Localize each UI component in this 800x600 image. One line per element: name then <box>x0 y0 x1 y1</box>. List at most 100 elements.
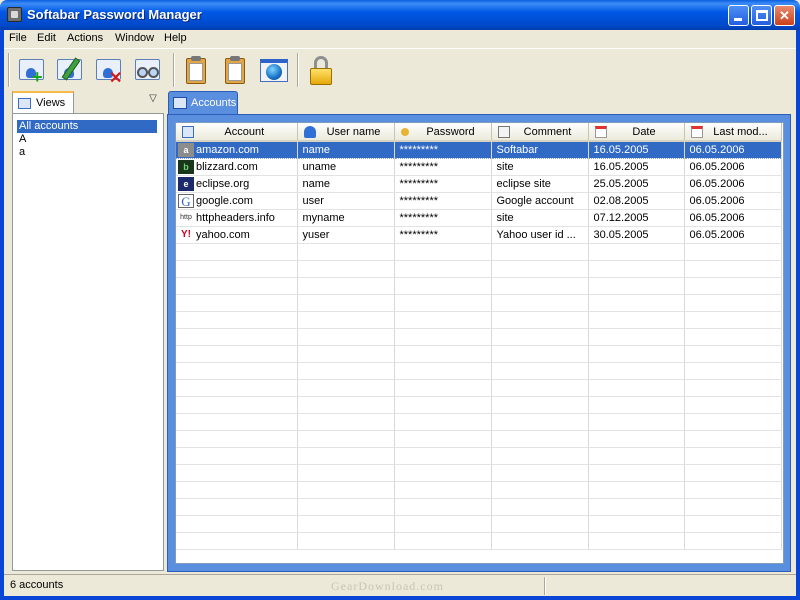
cell-comment[interactable]: site <box>491 209 589 227</box>
empty-cell <box>297 311 395 329</box>
column-header-comment[interactable]: Comment <box>491 123 589 142</box>
table-row[interactable]: Y! yahoo.com yuser ********* Yahoo user id .… <box>176 226 782 244</box>
cell-lastmod[interactable]: 06.05.2006 <box>684 226 782 244</box>
empty-cell <box>176 413 298 431</box>
empty-cell <box>491 345 589 363</box>
menu-actions[interactable]: Actions <box>67 32 103 44</box>
menu-help[interactable]: Help <box>164 32 187 44</box>
user-icon <box>303 126 316 138</box>
cell-account[interactable]: Y! yahoo.com <box>176 226 298 244</box>
app-icon[interactable] <box>7 7 22 22</box>
cell-account[interactable]: e eclipse.org <box>176 175 298 193</box>
view-item-all-accounts[interactable]: All accounts <box>17 120 157 133</box>
empty-cell <box>297 328 395 346</box>
cell-account[interactable]: http httpheaders.info <box>176 209 298 227</box>
title-bar[interactable]: Softabar Password Manager ✕ <box>0 0 800 30</box>
column-header-username[interactable]: User name <box>297 123 395 142</box>
lock-button[interactable] <box>305 54 337 86</box>
cell-password[interactable]: ********* <box>394 192 492 210</box>
delete-account-button[interactable]: ✕ <box>93 54 125 87</box>
close-button[interactable]: ✕ <box>774 5 795 26</box>
empty-cell <box>491 447 589 465</box>
minimize-icon <box>734 18 742 21</box>
cell-date[interactable]: 30.05.2005 <box>588 226 685 244</box>
minimize-button[interactable] <box>728 5 749 26</box>
tab-accounts[interactable]: Accounts <box>168 91 238 114</box>
empty-cell <box>394 413 492 431</box>
column-header-password[interactable]: Password <box>394 123 492 142</box>
empty-cell <box>176 328 298 346</box>
table-row[interactable]: e eclipse.org name ********* eclipse site 25.… <box>176 175 782 193</box>
cell-lastmod[interactable]: 06.05.2006 <box>684 192 782 210</box>
table-row[interactable]: a amazon.com name ********* Softabar 16.05.20… <box>176 141 782 159</box>
cell-comment[interactable]: eclipse site <box>491 175 589 193</box>
chevron-down-icon[interactable]: ▽ <box>146 93 160 105</box>
empty-row <box>176 532 782 550</box>
column-header-account[interactable]: Account <box>176 123 298 142</box>
add-account-button[interactable]: + <box>16 54 48 86</box>
empty-cell <box>491 362 589 380</box>
cell-date[interactable]: 07.12.2005 <box>588 209 685 227</box>
menu-window[interactable]: Window <box>115 32 154 44</box>
cell-comment[interactable]: Softabar <box>491 141 589 159</box>
cell-username[interactable]: myname <box>297 209 395 227</box>
menu-file[interactable]: File <box>9 32 27 44</box>
empty-cell <box>176 532 298 550</box>
empty-cell <box>297 379 395 397</box>
tab-views[interactable]: Views <box>12 91 74 113</box>
cell-comment[interactable]: Google account <box>491 192 589 210</box>
find-button[interactable] <box>132 54 164 86</box>
empty-cell <box>588 481 685 499</box>
views-tree: All accounts A a <box>12 113 164 571</box>
cell-password[interactable]: ********* <box>394 226 492 244</box>
cell-username[interactable]: name <box>297 175 395 193</box>
empty-cell <box>588 413 685 431</box>
cell-username[interactable]: uname <box>297 158 395 176</box>
empty-cell <box>394 311 492 329</box>
menu-edit[interactable]: Edit <box>37 32 56 44</box>
empty-cell <box>176 277 298 295</box>
table-row[interactable]: b blizzard.com uname ********* site 16.05.200… <box>176 158 782 176</box>
cell-username[interactable]: yuser <box>297 226 395 244</box>
cell-comment[interactable]: site <box>491 158 589 176</box>
cell-date[interactable]: 16.05.2005 <box>588 158 685 176</box>
cell-password[interactable]: ********* <box>394 175 492 193</box>
table-row[interactable]: http httpheaders.info myname ********* site 0… <box>176 209 782 227</box>
column-header-last-modified[interactable]: Last mod... <box>684 123 782 142</box>
empty-cell <box>394 396 492 414</box>
copy-username-button[interactable] <box>180 54 212 86</box>
cell-password[interactable]: ********* <box>394 158 492 176</box>
cell-username[interactable]: user <box>297 192 395 210</box>
views-tab-label: Views <box>36 97 66 109</box>
empty-cell <box>684 328 782 346</box>
cell-date[interactable]: 02.08.2005 <box>588 192 685 210</box>
empty-cell <box>394 447 492 465</box>
cell-lastmod[interactable]: 06.05.2006 <box>684 141 782 159</box>
cell-account[interactable]: a amazon.com <box>176 141 298 159</box>
cell-account[interactable]: b blizzard.com <box>176 158 298 176</box>
open-url-button[interactable] <box>258 54 290 86</box>
eclipse-icon: e <box>178 176 194 191</box>
cell-lastmod[interactable]: 06.05.2006 <box>684 209 782 227</box>
table-header-row: Account User name Password Comment Date … <box>176 123 782 142</box>
table-row[interactable]: Ggoogle.com user ********* Google account 02… <box>176 192 782 210</box>
copy-password-button[interactable] <box>219 54 251 86</box>
cell-password[interactable]: ********* <box>394 209 492 227</box>
cell-date[interactable]: 25.05.2005 <box>588 175 685 193</box>
cell-lastmod[interactable]: 06.05.2006 <box>684 158 782 176</box>
cell-account[interactable]: Ggoogle.com <box>176 192 298 210</box>
accounts-frame: Account User name Password Comment Date … <box>167 114 791 572</box>
empty-cell <box>491 277 589 295</box>
cell-date[interactable]: 16.05.2005 <box>588 141 685 159</box>
column-header-date[interactable]: Date <box>588 123 685 142</box>
cell-password[interactable]: ********* <box>394 141 492 159</box>
toolbar-grip <box>8 53 10 87</box>
view-item-a[interactable]: a <box>17 146 157 159</box>
edit-account-button[interactable] <box>54 54 86 86</box>
cell-comment[interactable]: Yahoo user id ... <box>491 226 589 244</box>
cell-lastmod[interactable]: 06.05.2006 <box>684 175 782 193</box>
maximize-button[interactable] <box>751 5 772 26</box>
view-item-A[interactable]: A <box>17 133 157 146</box>
cell-username[interactable]: name <box>297 141 395 159</box>
empty-row <box>176 260 782 278</box>
